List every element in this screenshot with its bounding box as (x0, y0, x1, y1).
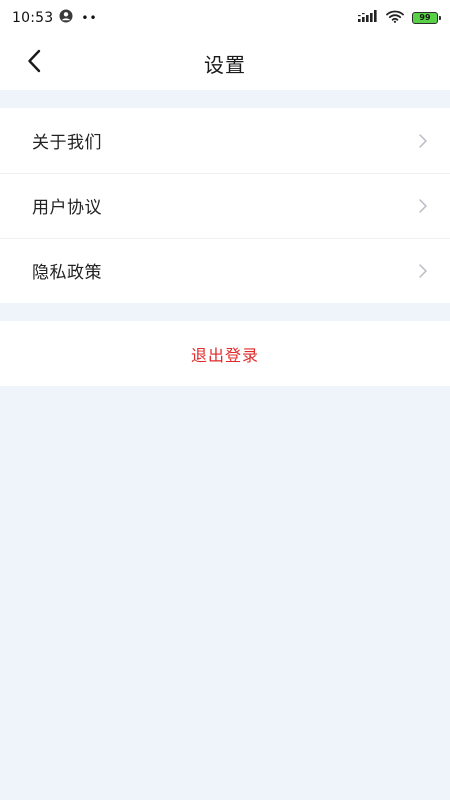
chevron-right-icon (418, 133, 428, 149)
chevron-left-icon (27, 49, 41, 77)
status-right: 99 (358, 10, 441, 27)
status-dots: •• (81, 11, 98, 25)
battery-level: 99 (419, 13, 431, 22)
signal-icon (358, 10, 378, 26)
wifi-icon (386, 10, 404, 27)
status-left: 10:53 •• (12, 9, 98, 27)
menu-item-user-agreement[interactable]: 用户协议 (0, 173, 450, 238)
logout-button[interactable]: 退出登录 (0, 321, 450, 386)
menu-item-about-us[interactable]: 关于我们 (0, 108, 450, 173)
menu-item-label: 关于我们 (32, 133, 102, 153)
menu-item-privacy-policy[interactable]: 隐私政策 (0, 238, 450, 303)
chevron-right-icon (418, 198, 428, 214)
battery-icon: 99 (412, 12, 441, 24)
settings-menu: 关于我们 用户协议 隐私政策 (0, 108, 450, 303)
user-circle-icon (59, 9, 73, 27)
back-button[interactable] (18, 47, 50, 79)
menu-item-label: 用户协议 (32, 198, 102, 218)
menu-item-label: 隐私政策 (32, 263, 102, 283)
chevron-right-icon (418, 263, 428, 279)
status-bar: 10:53 •• 99 (0, 0, 450, 36)
settings-screen: 10:53 •• 99 设置 关于我们 用户协议 隐私政策 退出登录 (0, 0, 450, 800)
page-title: 设置 (204, 52, 246, 77)
nav-bar: 设置 (0, 36, 450, 90)
logout-label: 退出登录 (190, 345, 259, 365)
status-time: 10:53 (12, 10, 54, 26)
